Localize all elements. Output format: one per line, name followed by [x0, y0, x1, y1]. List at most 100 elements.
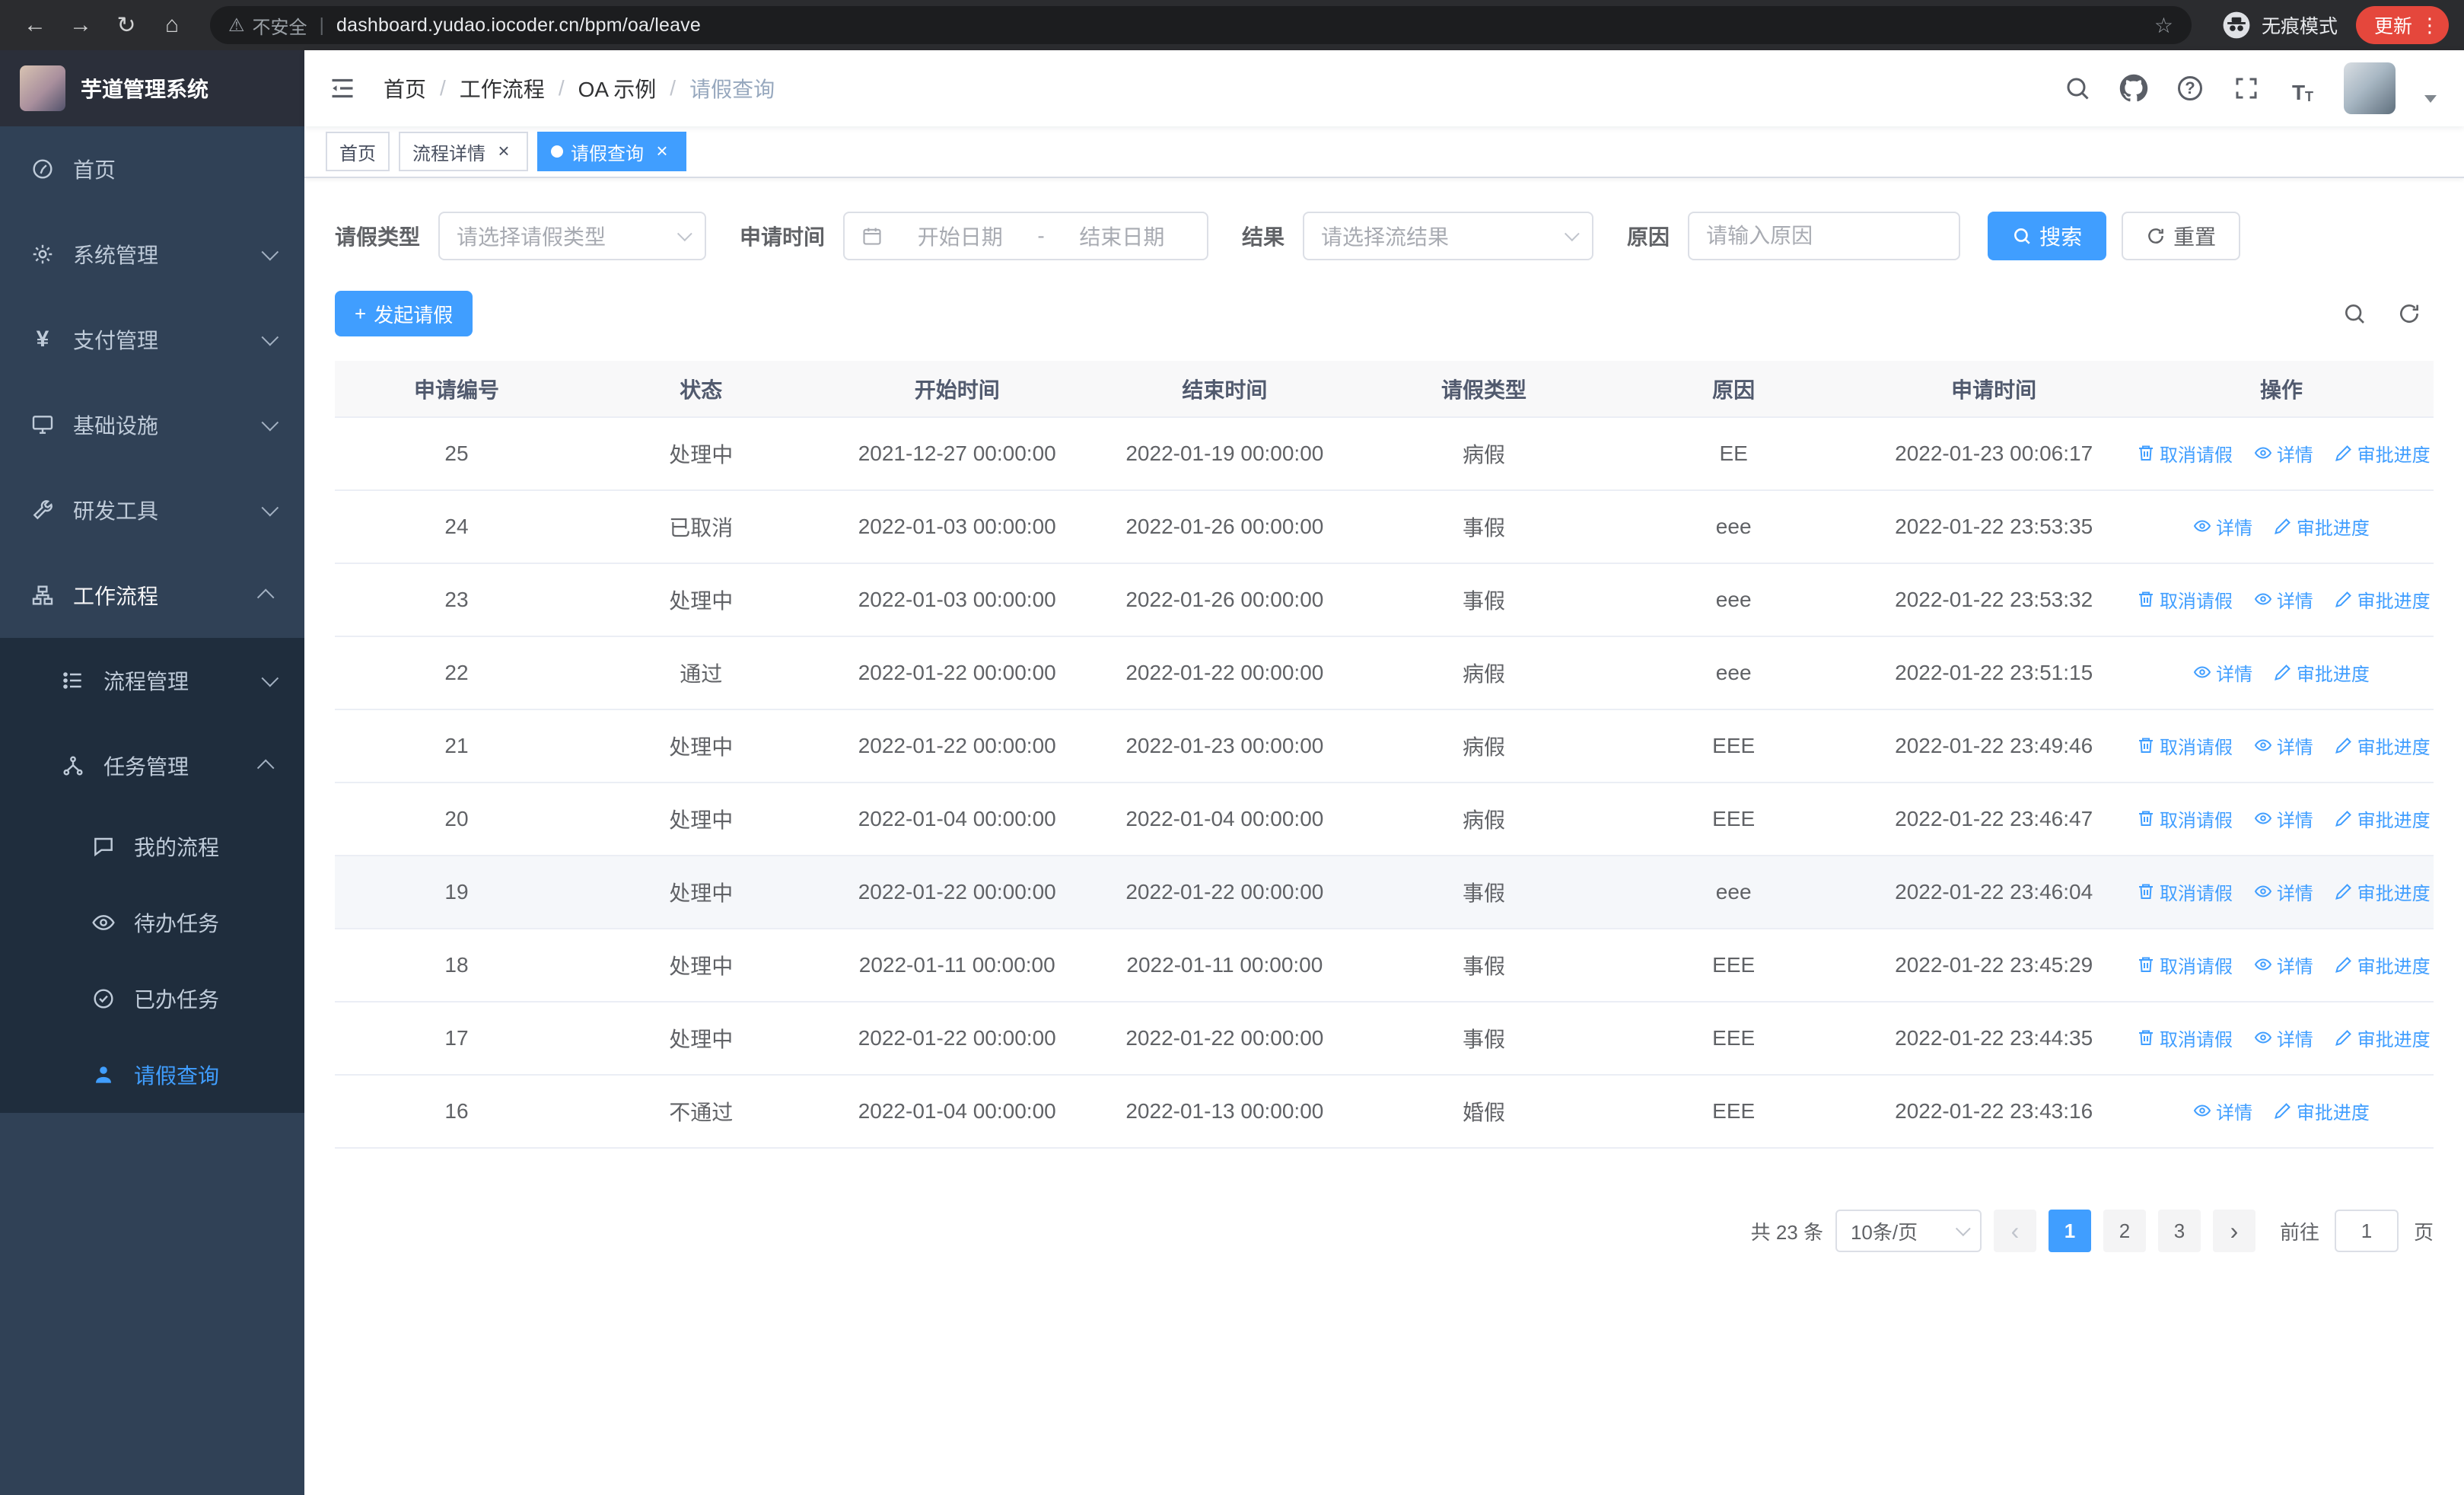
breadcrumb-separator: /: [558, 76, 565, 100]
font-size-icon[interactable]: TT: [2287, 73, 2318, 104]
search-button[interactable]: 搜索: [1988, 212, 2107, 260]
refresh-table-icon[interactable]: [2397, 301, 2421, 326]
detail-link[interactable]: 详情: [2193, 1098, 2252, 1124]
breadcrumb-item[interactable]: 工作流程: [460, 73, 545, 104]
column-header: 结束时间: [1090, 361, 1359, 418]
cancel-leave-link[interactable]: 取消请假: [2137, 586, 2233, 613]
tag-leave-query[interactable]: 请假查询 ×: [537, 132, 686, 171]
approval-progress-link[interactable]: 审批进度: [2335, 440, 2431, 467]
breadcrumb-item[interactable]: OA 示例: [578, 73, 657, 104]
reset-button[interactable]: 重置: [2122, 212, 2241, 260]
help-icon[interactable]: ?: [2175, 73, 2205, 104]
browser-reload-icon[interactable]: ↻: [107, 5, 146, 45]
address-bar[interactable]: ⚠ 不安全 | dashboard.yudao.iocoder.cn/bpm/o…: [210, 6, 2192, 44]
goto-page-input[interactable]: [2334, 1210, 2399, 1252]
breadcrumb-item[interactable]: 首页: [384, 73, 426, 104]
sidebar-item-system[interactable]: 系统管理: [0, 212, 304, 297]
page-button-2[interactable]: 2: [2103, 1210, 2146, 1252]
detail-link[interactable]: 详情: [2254, 805, 2313, 832]
cancel-leave-link[interactable]: 取消请假: [2137, 878, 2233, 905]
cancel-leave-link[interactable]: 取消请假: [2137, 732, 2233, 759]
tag-close-icon[interactable]: ×: [651, 141, 673, 162]
approval-progress-link[interactable]: 审批进度: [2274, 513, 2370, 540]
sidebar-item-leave-query[interactable]: 请假查询: [0, 1037, 304, 1113]
create-leave-button[interactable]: + 发起请假: [335, 291, 473, 336]
sidebar-item-done-tasks[interactable]: 已办任务: [0, 961, 304, 1037]
plus-icon: +: [355, 301, 367, 325]
search-icon: [2012, 226, 2032, 246]
cell-end: 2022-01-22 00:00:00: [1090, 1002, 1359, 1076]
detail-link[interactable]: 详情: [2254, 440, 2313, 467]
tag-close-icon[interactable]: ×: [493, 141, 514, 162]
security-indicator[interactable]: ⚠ 不安全: [228, 12, 307, 39]
page-button-1[interactable]: 1: [2048, 1210, 2091, 1252]
sidebar-item-process-mgmt[interactable]: 流程管理: [0, 638, 304, 723]
result-select[interactable]: 请选择流结果: [1303, 212, 1594, 260]
cell-reason: eee: [1609, 490, 1859, 564]
browser-home-icon[interactable]: ⌂: [152, 5, 192, 45]
cell-status: 处理中: [578, 563, 824, 637]
sidebar-item-payment[interactable]: ¥ 支付管理: [0, 297, 304, 382]
url-text[interactable]: dashboard.yudao.iocoder.cn/bpm/oa/leave: [336, 14, 2142, 37]
approval-progress-link[interactable]: 审批进度: [2335, 952, 2431, 978]
sidebar-item-devtools[interactable]: 研发工具: [0, 467, 304, 553]
end-date-placeholder[interactable]: 结束日期: [1054, 221, 1190, 251]
detail-link[interactable]: 详情: [2254, 952, 2313, 978]
fullscreen-icon[interactable]: [2231, 73, 2262, 104]
chevron-down-icon: [261, 499, 279, 517]
avatar-dropdown-caret-icon[interactable]: [2424, 95, 2437, 103]
approval-progress-link[interactable]: 审批进度: [2335, 805, 2431, 832]
sidebar-item-my-process[interactable]: 我的流程: [0, 808, 304, 885]
toggle-search-icon[interactable]: [2342, 301, 2367, 326]
cell-applied: 2022-01-22 23:51:15: [1858, 636, 2130, 710]
table-row-hover: 19 处理中 2022-01-22 00:00:00 2022-01-22 00…: [335, 856, 2434, 929]
cancel-leave-link[interactable]: 取消请假: [2137, 952, 2233, 978]
detail-link[interactable]: 详情: [2254, 586, 2313, 613]
sidebar-item-todo-tasks[interactable]: 待办任务: [0, 885, 304, 961]
approval-progress-link[interactable]: 审批进度: [2274, 659, 2370, 686]
page-button-3[interactable]: 3: [2157, 1210, 2201, 1252]
sidebar-logo[interactable]: 芋道管理系统: [0, 50, 304, 126]
cancel-leave-link[interactable]: 取消请假: [2137, 805, 2233, 832]
github-icon[interactable]: [2119, 73, 2149, 104]
reason-input[interactable]: [1688, 212, 1961, 260]
tag-home[interactable]: 首页: [326, 132, 390, 171]
sidebar-item-infra[interactable]: 基础设施: [0, 382, 304, 467]
detail-link[interactable]: 详情: [2254, 732, 2313, 759]
detail-link[interactable]: 详情: [2254, 878, 2313, 905]
cancel-leave-link[interactable]: 取消请假: [2137, 1025, 2233, 1051]
detail-link[interactable]: 详情: [2254, 1025, 2313, 1051]
prev-page-button[interactable]: ‹: [1993, 1210, 2036, 1252]
app-title: 芋道管理系统: [81, 78, 209, 101]
browser-menu-icon[interactable]: ⋮: [2420, 14, 2440, 37]
approval-progress-link[interactable]: 审批进度: [2335, 1025, 2431, 1051]
bookmark-star-icon[interactable]: ☆: [2154, 13, 2173, 38]
workflow-submenu: 流程管理 任务管理 我的流程 待办任务 已办任务 请假查询: [0, 638, 304, 1113]
browser-update-button[interactable]: 更新 ⋮: [2355, 6, 2449, 44]
approval-progress-link[interactable]: 审批进度: [2335, 732, 2431, 759]
approval-progress-link[interactable]: 审批进度: [2335, 878, 2431, 905]
leave-type-select[interactable]: 请选择请假类型: [438, 212, 707, 260]
tag-process-detail[interactable]: 流程详情 ×: [399, 132, 528, 171]
browser-back-icon[interactable]: ←: [15, 5, 55, 45]
sidebar-item-task-mgmt[interactable]: 任务管理: [0, 723, 304, 808]
approval-progress-link[interactable]: 审批进度: [2274, 1098, 2370, 1124]
next-page-button[interactable]: ›: [2212, 1210, 2255, 1252]
start-date-placeholder[interactable]: 开始日期: [892, 221, 1028, 251]
user-avatar[interactable]: [2344, 62, 2396, 114]
page-size-select[interactable]: 10条/页: [1835, 1210, 1982, 1252]
search-icon[interactable]: [2062, 73, 2093, 104]
sidebar-item-home[interactable]: 首页: [0, 126, 304, 212]
cell-start: 2022-01-03 00:00:00: [823, 563, 1090, 637]
cell-actions: 取消请假 详情 审批进度: [2129, 709, 2434, 783]
cancel-leave-link[interactable]: 取消请假: [2137, 440, 2233, 467]
breadcrumb-separator: /: [670, 76, 676, 100]
detail-link[interactable]: 详情: [2193, 659, 2252, 686]
sidebar-item-workflow[interactable]: 工作流程: [0, 553, 304, 638]
sidebar-item-label: 系统管理: [73, 244, 159, 267]
approval-progress-link[interactable]: 审批进度: [2335, 586, 2431, 613]
detail-link[interactable]: 详情: [2193, 513, 2252, 540]
browser-forward-icon[interactable]: →: [61, 5, 100, 45]
sidebar-toggle-icon[interactable]: [304, 50, 380, 126]
apply-time-range-picker[interactable]: 开始日期 - 结束日期: [843, 212, 1209, 260]
